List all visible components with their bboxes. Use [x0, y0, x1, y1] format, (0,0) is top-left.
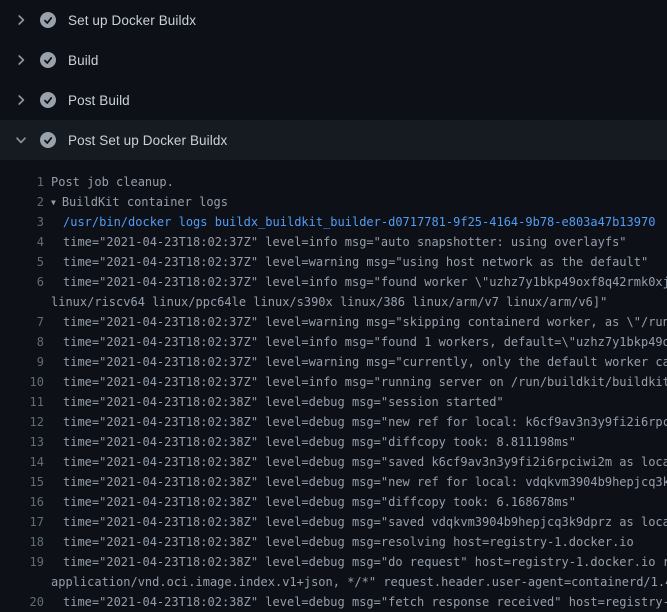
log-line-number[interactable]: 8: [0, 332, 44, 352]
log-text: time="2021-04-23T18:02:38Z" level=debug …: [63, 472, 667, 492]
log-line-number[interactable]: 20: [0, 592, 44, 612]
group-label: BuildKit container logs: [62, 195, 228, 209]
log-line: 4 time="2021-04-23T18:02:37Z" level=info …: [0, 232, 667, 252]
log-line: 13 time="2021-04-23T18:02:38Z" level=debu…: [0, 432, 667, 452]
log-line-number[interactable]: 6: [0, 272, 44, 292]
log-line-number[interactable]: 4: [0, 232, 44, 252]
check-circle-icon: [40, 132, 56, 148]
step-row-set-up-docker-buildx[interactable]: Set up Docker Buildx: [0, 0, 667, 40]
log-text: Post job cleanup.: [51, 172, 174, 192]
group-collapse-triangle-icon: ▼: [51, 198, 56, 207]
log-text: time="2021-04-23T18:02:38Z" level=debug …: [63, 392, 504, 412]
log-line: 9 time="2021-04-23T18:02:37Z" level=warni…: [0, 352, 667, 372]
log-text: time="2021-04-23T18:02:37Z" level=warnin…: [63, 352, 667, 372]
chevron-down-icon: [13, 132, 29, 148]
log-text: time="2021-04-23T18:02:37Z" level=info m…: [63, 332, 667, 352]
log-text: time="2021-04-23T18:02:38Z" level=debug …: [63, 512, 667, 532]
log-line: 11 time="2021-04-23T18:02:38Z" level=debu…: [0, 392, 667, 412]
chevron-right-icon: [13, 12, 29, 28]
log-line: 16 time="2021-04-23T18:02:38Z" level=debu…: [0, 492, 667, 512]
check-circle-icon: [40, 52, 56, 68]
log-line: 8 time="2021-04-23T18:02:37Z" level=info …: [0, 332, 667, 352]
log-line-number[interactable]: 13: [0, 432, 44, 452]
log-group-line[interactable]: 2 ▼ BuildKit container logs: [0, 192, 667, 212]
log-line-number[interactable]: 9: [0, 352, 44, 372]
log-line: linux/riscv64 linux/ppc64le linux/s390x …: [0, 292, 667, 312]
log-line-number[interactable]: 5: [0, 252, 44, 272]
log-text: ▼ BuildKit container logs: [51, 192, 228, 212]
log-line-number[interactable]: 19: [0, 552, 44, 572]
log-line-number: [0, 292, 44, 312]
log-text: linux/riscv64 linux/ppc64le linux/s390x …: [51, 292, 607, 312]
log-line-number[interactable]: 11: [0, 392, 44, 412]
log-line: 19 time="2021-04-23T18:02:38Z" level=debu…: [0, 552, 667, 572]
log-line-number[interactable]: 17: [0, 512, 44, 532]
log-line-number[interactable]: 18: [0, 532, 44, 552]
log-line: 18 time="2021-04-23T18:02:38Z" level=debu…: [0, 532, 667, 552]
log-text: time="2021-04-23T18:02:38Z" level=debug …: [63, 432, 576, 452]
log-line-number[interactable]: 15: [0, 472, 44, 492]
log-text: time="2021-04-23T18:02:37Z" level=info m…: [63, 232, 627, 252]
log-line-number[interactable]: 14: [0, 452, 44, 472]
log-text: time="2021-04-23T18:02:38Z" level=debug …: [63, 592, 667, 612]
step-list: Set up Docker Buildx Build Post Build Post …: [0, 0, 667, 160]
log-line: 20 time="2021-04-23T18:02:38Z" level=debu…: [0, 592, 667, 612]
step-row-post-build[interactable]: Post Build: [0, 80, 667, 120]
log-text: time="2021-04-23T18:02:38Z" level=debug …: [63, 532, 634, 552]
log-line-number[interactable]: 3: [0, 212, 44, 232]
step-row-build[interactable]: Build: [0, 40, 667, 80]
log-line: 3/usr/bin/docker logs buildx_buildkit_bu…: [0, 212, 667, 232]
log-text: time="2021-04-23T18:02:38Z" level=debug …: [63, 492, 576, 512]
step-title: Post Set up Docker Buildx: [68, 133, 227, 148]
log-line: 7 time="2021-04-23T18:02:37Z" level=warni…: [0, 312, 667, 332]
log-text: time="2021-04-23T18:02:37Z" level=info m…: [63, 272, 667, 292]
check-circle-icon: [40, 92, 56, 108]
log-text: time="2021-04-23T18:02:37Z" level=warnin…: [63, 252, 648, 272]
check-circle-icon: [40, 12, 56, 28]
log-text: time="2021-04-23T18:02:38Z" level=debug …: [63, 552, 667, 572]
chevron-right-icon: [13, 52, 29, 68]
log-text: time="2021-04-23T18:02:38Z" level=debug …: [63, 452, 667, 472]
log-line-number[interactable]: 2: [0, 192, 44, 212]
step-title: Build: [68, 53, 99, 68]
log-line-number[interactable]: 7: [0, 312, 44, 332]
log-line: 15 time="2021-04-23T18:02:38Z" level=debu…: [0, 472, 667, 492]
log-line-number[interactable]: 1: [0, 172, 44, 192]
log-line: 12 time="2021-04-23T18:02:38Z" level=debu…: [0, 412, 667, 432]
log-line: 10 time="2021-04-23T18:02:37Z" level=info…: [0, 372, 667, 392]
log-text: time="2021-04-23T18:02:37Z" level=warnin…: [63, 312, 667, 332]
log-line: 1 Post job cleanup.: [0, 172, 667, 192]
log-line-number[interactable]: 16: [0, 492, 44, 512]
log-text: time="2021-04-23T18:02:37Z" level=info m…: [63, 372, 667, 392]
log-viewer: 1 Post job cleanup. 2 ▼ BuildKit container l…: [0, 160, 667, 612]
step-title: Post Build: [68, 93, 130, 108]
log-line: 17 time="2021-04-23T18:02:38Z" level=debu…: [0, 512, 667, 532]
log-command-text: /usr/bin/docker logs buildx_buildkit_bui…: [63, 212, 655, 232]
step-row-post-set-up-docker-buildx[interactable]: Post Set up Docker Buildx: [0, 120, 667, 160]
log-line-number[interactable]: 10: [0, 372, 44, 392]
log-line: application/vnd.oci.image.index.v1+json,…: [0, 572, 667, 592]
log-text: time="2021-04-23T18:02:38Z" level=debug …: [63, 412, 667, 432]
chevron-right-icon: [13, 92, 29, 108]
log-line-number[interactable]: 12: [0, 412, 44, 432]
log-line-number: [0, 572, 44, 592]
log-text: application/vnd.oci.image.index.v1+json,…: [51, 572, 667, 592]
log-line: 5 time="2021-04-23T18:02:37Z" level=warni…: [0, 252, 667, 272]
log-line: 14 time="2021-04-23T18:02:38Z" level=debu…: [0, 452, 667, 472]
log-line: 6 time="2021-04-23T18:02:37Z" level=info …: [0, 272, 667, 292]
step-title: Set up Docker Buildx: [68, 13, 196, 28]
